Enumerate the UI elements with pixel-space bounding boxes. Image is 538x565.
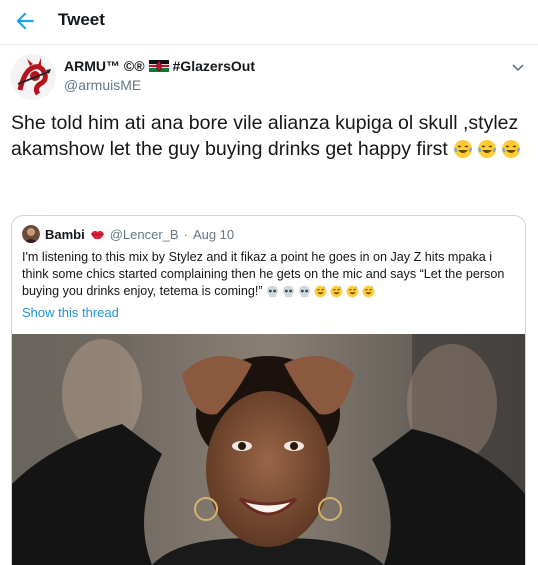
- skull-icon: [266, 285, 279, 298]
- page-title: Tweet: [58, 10, 105, 29]
- grinning-sweat-icon: [346, 285, 359, 298]
- quoted-tweet-emojis: [266, 285, 375, 298]
- quoted-tweet[interactable]: Bambi @Lencer_B · Aug 10 I'm listening t…: [11, 215, 526, 565]
- back-arrow-icon[interactable]: [12, 8, 38, 34]
- author-handle[interactable]: @armuisME: [64, 77, 141, 93]
- quoted-tweet-date: Aug 10: [192, 226, 235, 242]
- red-devil-logo: [10, 54, 56, 100]
- face-with-tears-of-joy-icon: [478, 140, 497, 158]
- lips-icon: [90, 230, 104, 239]
- grinning-sweat-icon: [362, 285, 375, 298]
- tweet-emojis: [453, 139, 521, 159]
- quoted-tweet-text: I'm listening to this mix by Stylez and …: [22, 250, 505, 298]
- dot-separator: ·: [183, 226, 188, 242]
- author-display-name: ARMU™ ©®: [64, 58, 145, 74]
- top-bar: Tweet: [0, 0, 538, 45]
- quoted-tweet-header: Bambi @Lencer_B · Aug 10: [22, 225, 234, 243]
- quoted-author-avatar: [22, 225, 40, 243]
- tweet-text: She told him ati ana bore vile alianza k…: [11, 112, 519, 160]
- chevron-down-icon[interactable]: [511, 60, 525, 74]
- quoted-author-handle: @Lencer_B: [109, 226, 179, 242]
- kenya-flag-icon: [148, 60, 169, 72]
- quoted-author-name: Bambi: [45, 226, 85, 242]
- tweet-body: She told him ati ana bore vile alianza k…: [11, 110, 527, 162]
- quoted-tweet-body: I'm listening to this mix by Stylez and …: [22, 249, 518, 300]
- face-with-tears-of-joy-icon: [454, 140, 473, 158]
- grinning-sweat-icon: [330, 285, 343, 298]
- face-with-tears-of-joy-icon: [502, 140, 521, 158]
- author-avatar[interactable]: [10, 54, 56, 100]
- quoted-tweet-photo[interactable]: [12, 334, 525, 565]
- skull-icon: [282, 285, 295, 298]
- skull-icon: [298, 285, 311, 298]
- author-name-line[interactable]: ARMU™ ©® #GlazersOut: [64, 58, 255, 74]
- author-hashtag: #GlazersOut: [172, 58, 255, 74]
- show-thread-link[interactable]: Show this thread: [22, 305, 119, 320]
- grinning-sweat-icon: [314, 285, 327, 298]
